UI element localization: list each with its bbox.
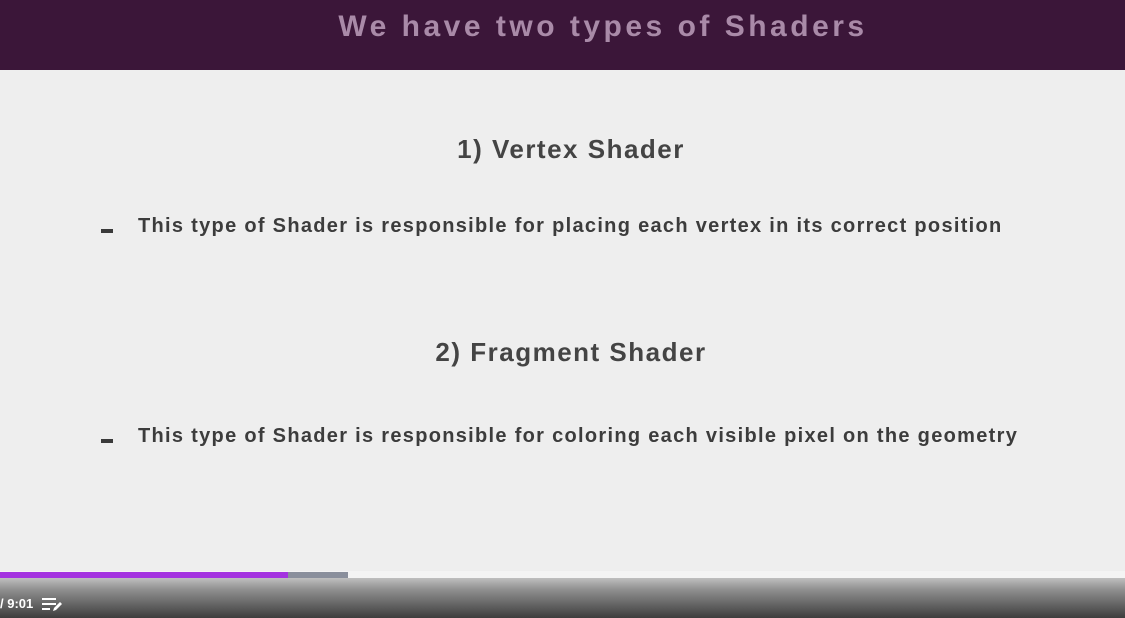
section-heading-fragment-shader: 2) Fragment Shader <box>435 337 707 367</box>
slide-header: We have two types of Shaders <box>0 0 1125 70</box>
time-display: / 9:01 <box>0 596 34 611</box>
bullet-dash <box>101 439 113 443</box>
add-note-icon[interactable] <box>41 596 63 612</box>
control-bar: / 9:01 <box>0 578 1125 618</box>
section-description-vertex-shader: This type of Shader is responsible for p… <box>138 215 1003 237</box>
slide-title: We have two types of Shaders <box>338 10 868 43</box>
bullet-dash <box>101 229 113 233</box>
video-player-controls: / 9:01 <box>0 571 1125 618</box>
video-frame: We have two types of Shaders 1) Vertex S… <box>0 0 1125 618</box>
section-description-fragment-shader: This type of Shader is responsible for c… <box>138 425 1019 447</box>
section-heading-vertex-shader: 1) Vertex Shader <box>457 134 685 164</box>
progress-bar[interactable] <box>0 571 1125 578</box>
